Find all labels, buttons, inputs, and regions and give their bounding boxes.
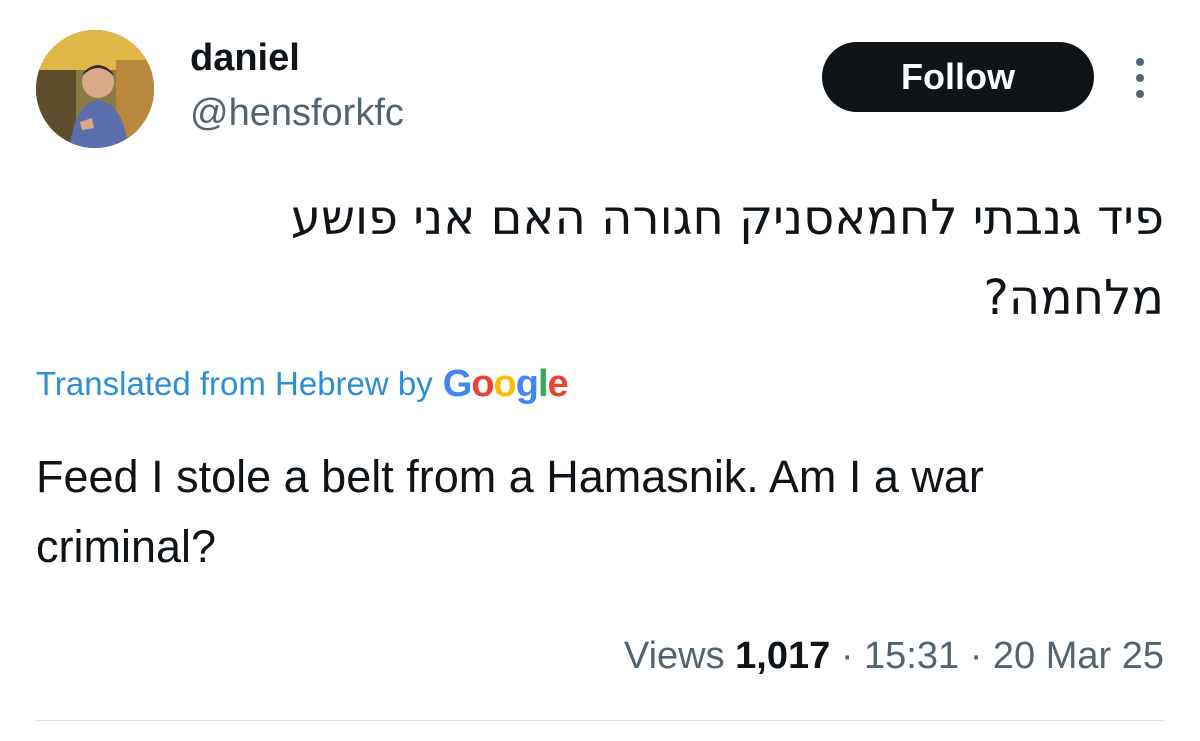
tweet-time[interactable]: 15:31 bbox=[864, 635, 959, 677]
tweet-text: פיד גנבתי לחמאסניק חגורה האם אני פושע מל… bbox=[290, 190, 1164, 326]
translation-attribution: Translated from Hebrew by Google bbox=[36, 358, 569, 410]
meta-separator: · bbox=[840, 635, 854, 677]
views-label: Views bbox=[623, 635, 725, 677]
user-handle[interactable]: @hensforkfc bbox=[190, 89, 404, 137]
meta-separator: · bbox=[969, 635, 983, 677]
translation-label: Translated from Hebrew by bbox=[36, 365, 433, 402]
avatar[interactable] bbox=[36, 30, 154, 148]
avatar-photo bbox=[36, 30, 154, 148]
views-count: 1,017 bbox=[735, 635, 831, 677]
follow-button[interactable]: Follow bbox=[822, 42, 1094, 112]
google-logo: Google bbox=[442, 362, 569, 405]
divider bbox=[36, 720, 1164, 721]
display-name[interactable]: daniel bbox=[190, 34, 300, 82]
tweet-date[interactable]: 20 Mar 25 bbox=[993, 635, 1164, 677]
tweet-meta: Views 1,017 · 15:31 · 20 Mar 25 bbox=[624, 630, 1164, 682]
tweet-card: daniel @hensforkfc Follow פיד גנבתי לחמא… bbox=[0, 0, 1200, 741]
translated-tweet-text: Feed I stole a belt from a Hamasnik. Am … bbox=[36, 451, 984, 572]
more-options-icon[interactable] bbox=[1128, 56, 1152, 100]
